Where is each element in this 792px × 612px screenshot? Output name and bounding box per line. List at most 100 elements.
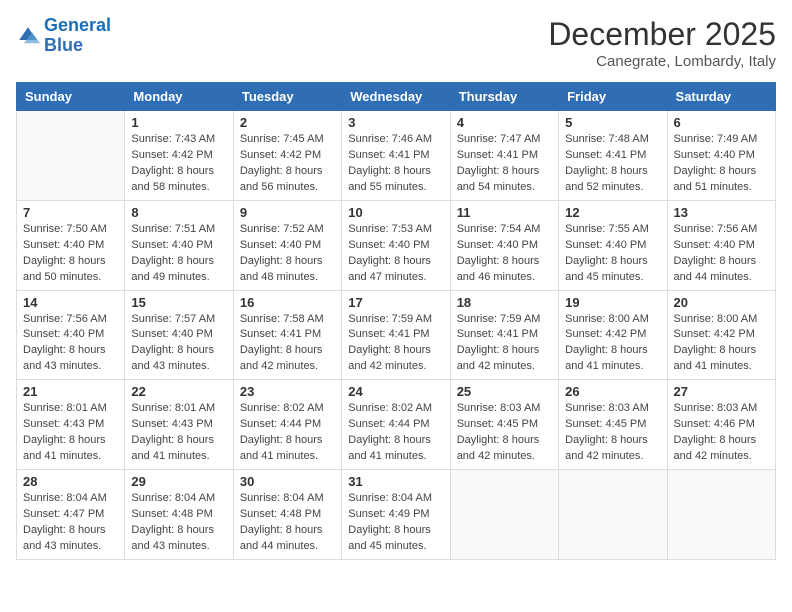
day-number: 2 (240, 115, 335, 130)
calendar-day-cell: 31 Sunrise: 8:04 AMSunset: 4:49 PMDayligh… (342, 470, 450, 560)
calendar-day-cell: 27 Sunrise: 8:03 AMSunset: 4:46 PMDayligh… (667, 380, 775, 470)
calendar-day-cell: 21 Sunrise: 8:01 AMSunset: 4:43 PMDayligh… (17, 380, 125, 470)
day-info: Sunrise: 7:48 AMSunset: 4:41 PMDaylight:… (565, 132, 660, 196)
calendar-day-cell: 10 Sunrise: 7:53 AMSunset: 4:40 PMDayligh… (342, 200, 450, 290)
day-info: Sunrise: 8:01 AMSunset: 4:43 PMDaylight:… (131, 401, 226, 465)
day-info: Sunrise: 7:45 AMSunset: 4:42 PMDaylight:… (240, 132, 335, 196)
calendar-day-cell: 20 Sunrise: 8:00 AMSunset: 4:42 PMDayligh… (667, 290, 775, 380)
day-number: 28 (23, 474, 118, 489)
day-info: Sunrise: 7:51 AMSunset: 4:40 PMDaylight:… (131, 222, 226, 286)
calendar-day-cell: 26 Sunrise: 8:03 AMSunset: 4:45 PMDayligh… (559, 380, 667, 470)
day-info: Sunrise: 8:04 AMSunset: 4:48 PMDaylight:… (240, 491, 335, 555)
day-info: Sunrise: 7:46 AMSunset: 4:41 PMDaylight:… (348, 132, 443, 196)
day-number: 30 (240, 474, 335, 489)
calendar-day-cell: 24Sunrise: 8:02 AMSunset: 4:44 PMDayligh… (342, 380, 450, 470)
calendar-day-cell: 3 Sunrise: 7:46 AMSunset: 4:41 PMDaylight… (342, 111, 450, 201)
day-info: Sunrise: 7:56 AMSunset: 4:40 PMDaylight:… (674, 222, 769, 286)
calendar-day-cell: 19Sunrise: 8:00 AMSunset: 4:42 PMDayligh… (559, 290, 667, 380)
calendar-day-cell (559, 470, 667, 560)
calendar-week-row: 7 Sunrise: 7:50 AMSunset: 4:40 PMDaylight… (17, 200, 776, 290)
day-info: Sunrise: 7:53 AMSunset: 4:40 PMDaylight:… (348, 222, 443, 286)
day-info: Sunrise: 7:56 AMSunset: 4:40 PMDaylight:… (23, 312, 118, 376)
day-info: Sunrise: 8:03 AMSunset: 4:45 PMDaylight:… (457, 401, 552, 465)
calendar-week-row: 28 Sunrise: 8:04 AMSunset: 4:47 PMDayligh… (17, 470, 776, 560)
day-number: 8 (131, 205, 226, 220)
day-info: Sunrise: 8:04 AMSunset: 4:48 PMDaylight:… (131, 491, 226, 555)
day-number: 24 (348, 384, 443, 399)
calendar-day-cell: 4 Sunrise: 7:47 AMSunset: 4:41 PMDaylight… (450, 111, 558, 201)
day-number: 12 (565, 205, 660, 220)
page-header: General Blue December 2025 Canegrate, Lo… (16, 16, 776, 70)
calendar-day-cell: 12 Sunrise: 7:55 AMSunset: 4:40 PMDayligh… (559, 200, 667, 290)
calendar-day-header: Thursday (450, 83, 558, 111)
day-info: Sunrise: 8:03 AMSunset: 4:46 PMDaylight:… (674, 401, 769, 465)
calendar-week-row: 21 Sunrise: 8:01 AMSunset: 4:43 PMDayligh… (17, 380, 776, 470)
calendar-day-header: Friday (559, 83, 667, 111)
calendar-day-cell: 7 Sunrise: 7:50 AMSunset: 4:40 PMDaylight… (17, 200, 125, 290)
calendar-day-cell: 8 Sunrise: 7:51 AMSunset: 4:40 PMDaylight… (125, 200, 233, 290)
day-number: 3 (348, 115, 443, 130)
calendar-day-cell: 17Sunrise: 7:59 AMSunset: 4:41 PMDayligh… (342, 290, 450, 380)
day-info: Sunrise: 7:47 AMSunset: 4:41 PMDaylight:… (457, 132, 552, 196)
location: Canegrate, Lombardy, Italy (548, 53, 776, 70)
day-number: 11 (457, 205, 552, 220)
day-info: Sunrise: 7:55 AMSunset: 4:40 PMDaylight:… (565, 222, 660, 286)
day-info: Sunrise: 8:01 AMSunset: 4:43 PMDaylight:… (23, 401, 118, 465)
day-info: Sunrise: 8:04 AMSunset: 4:49 PMDaylight:… (348, 491, 443, 555)
calendar-day-cell (17, 111, 125, 201)
calendar-day-header: Saturday (667, 83, 775, 111)
day-info: Sunrise: 7:50 AMSunset: 4:40 PMDaylight:… (23, 222, 118, 286)
calendar-day-cell: 28 Sunrise: 8:04 AMSunset: 4:47 PMDayligh… (17, 470, 125, 560)
calendar-day-cell: 18Sunrise: 7:59 AMSunset: 4:41 PMDayligh… (450, 290, 558, 380)
day-info: Sunrise: 7:58 AMSunset: 4:41 PMDaylight:… (240, 312, 335, 376)
day-info: Sunrise: 7:52 AMSunset: 4:40 PMDaylight:… (240, 222, 335, 286)
calendar-day-cell: 22Sunrise: 8:01 AMSunset: 4:43 PMDayligh… (125, 380, 233, 470)
day-number: 21 (23, 384, 118, 399)
day-info: Sunrise: 7:57 AMSunset: 4:40 PMDaylight:… (131, 312, 226, 376)
day-info: Sunrise: 7:54 AMSunset: 4:40 PMDaylight:… (457, 222, 552, 286)
day-info: Sunrise: 7:49 AMSunset: 4:40 PMDaylight:… (674, 132, 769, 196)
day-info: Sunrise: 8:03 AMSunset: 4:45 PMDaylight:… (565, 401, 660, 465)
day-number: 31 (348, 474, 443, 489)
day-number: 25 (457, 384, 552, 399)
calendar-day-header: Wednesday (342, 83, 450, 111)
day-number: 1 (131, 115, 226, 130)
day-number: 16 (240, 295, 335, 310)
day-info: Sunrise: 8:00 AMSunset: 4:42 PMDaylight:… (674, 312, 769, 376)
day-number: 10 (348, 205, 443, 220)
day-number: 27 (674, 384, 769, 399)
calendar-day-cell: 25 Sunrise: 8:03 AMSunset: 4:45 PMDayligh… (450, 380, 558, 470)
logo: General Blue (16, 16, 111, 56)
calendar-week-row: 1Sunrise: 7:43 AMSunset: 4:42 PMDaylight… (17, 111, 776, 201)
day-number: 4 (457, 115, 552, 130)
calendar-day-cell: 6 Sunrise: 7:49 AMSunset: 4:40 PMDaylight… (667, 111, 775, 201)
calendar-day-cell: 16 Sunrise: 7:58 AMSunset: 4:41 PMDayligh… (233, 290, 341, 380)
title-block: December 2025 Canegrate, Lombardy, Italy (548, 16, 776, 70)
calendar-day-cell: 11 Sunrise: 7:54 AMSunset: 4:40 PMDayligh… (450, 200, 558, 290)
logo-line2: Blue (44, 35, 83, 55)
day-number: 14 (23, 295, 118, 310)
calendar-header-row: SundayMondayTuesdayWednesdayThursdayFrid… (17, 83, 776, 111)
day-info: Sunrise: 7:59 AMSunset: 4:41 PMDaylight:… (348, 312, 443, 376)
day-number: 20 (674, 295, 769, 310)
calendar-day-cell: 1Sunrise: 7:43 AMSunset: 4:42 PMDaylight… (125, 111, 233, 201)
calendar-day-cell: 15 Sunrise: 7:57 AMSunset: 4:40 PMDayligh… (125, 290, 233, 380)
logo-text: General Blue (44, 16, 111, 56)
calendar-day-cell: 23 Sunrise: 8:02 AMSunset: 4:44 PMDayligh… (233, 380, 341, 470)
day-number: 19 (565, 295, 660, 310)
day-info: Sunrise: 8:04 AMSunset: 4:47 PMDaylight:… (23, 491, 118, 555)
day-number: 7 (23, 205, 118, 220)
calendar-day-cell (667, 470, 775, 560)
calendar-day-cell: 9 Sunrise: 7:52 AMSunset: 4:40 PMDaylight… (233, 200, 341, 290)
logo-icon (16, 24, 40, 48)
month-title: December 2025 (548, 16, 776, 53)
day-number: 9 (240, 205, 335, 220)
day-number: 26 (565, 384, 660, 399)
day-info: Sunrise: 7:59 AMSunset: 4:41 PMDaylight:… (457, 312, 552, 376)
logo-line1: General (44, 15, 111, 35)
day-info: Sunrise: 8:02 AMSunset: 4:44 PMDaylight:… (240, 401, 335, 465)
day-number: 15 (131, 295, 226, 310)
day-number: 6 (674, 115, 769, 130)
day-number: 23 (240, 384, 335, 399)
calendar-day-cell: 29Sunrise: 8:04 AMSunset: 4:48 PMDayligh… (125, 470, 233, 560)
